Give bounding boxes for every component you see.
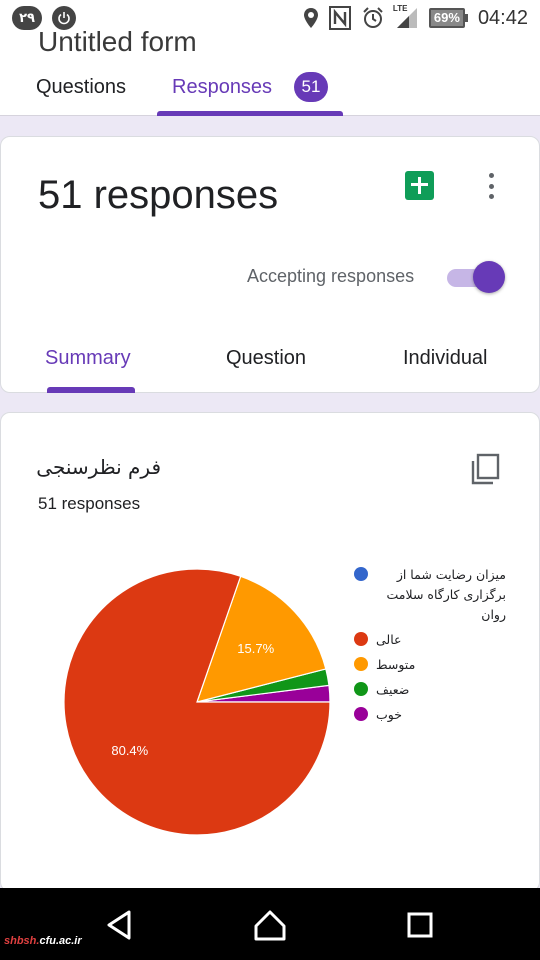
legend-swatch (354, 632, 368, 646)
tab-responses[interactable]: Responses (172, 76, 272, 99)
responses-count-badge: 51 (294, 72, 328, 102)
question-title: فرم نظرسنجی (36, 455, 161, 479)
location-icon (303, 7, 319, 29)
responses-summary-card: 51 responses Accepting responses Summary… (0, 136, 540, 393)
tab-questions[interactable]: Questions (36, 76, 126, 99)
accepting-responses-label: Accepting responses (247, 266, 415, 286)
legend-swatch (354, 682, 368, 696)
question-summary-card: 15.7% 80.4% فرم نظرسنجی 51 responses میزا… (0, 412, 540, 892)
back-icon[interactable] (103, 908, 137, 942)
legend-item[interactable]: متوسط (354, 655, 514, 675)
app-header: Untitled form Questions Responses 51 (0, 26, 540, 116)
sheets-icon[interactable] (405, 171, 434, 200)
navigation-bar: shbsh.cfu.ac.ir (0, 888, 540, 960)
alarm-icon (361, 6, 385, 30)
legend-label: خوب (376, 707, 402, 722)
tab-individual[interactable]: Individual (403, 347, 488, 370)
tab-question[interactable]: Question (226, 347, 306, 370)
legend-swatch (354, 657, 368, 671)
network-type-label: LTE (392, 4, 408, 13)
home-icon[interactable] (253, 908, 287, 942)
accepting-responses-toggle[interactable] (447, 261, 505, 293)
legend-item[interactable]: میزان رضایت شما از برگزاری کارگاه سلامت … (354, 565, 514, 625)
legend-label: میزان رضایت شما از برگزاری کارگاه سلامت … (386, 567, 506, 622)
battery-icon: 69% (428, 8, 468, 28)
legend-item[interactable]: عالی (354, 630, 514, 650)
legend-swatch (354, 567, 368, 581)
responses-total-title: 51 responses (38, 173, 279, 217)
recent-apps-icon[interactable] (403, 908, 437, 942)
slice-data-label: 80.4% (111, 743, 148, 758)
battery-level: 69% (428, 8, 465, 28)
copy-icon[interactable] (469, 453, 501, 485)
watermark: shbsh.cfu.ac.ir (4, 935, 82, 947)
legend-label: عالی (376, 632, 402, 647)
legend-item[interactable]: خوب (354, 705, 514, 725)
tab-summary[interactable]: Summary (45, 347, 131, 370)
question-response-count: 51 responses (38, 494, 141, 513)
nfc-icon (328, 6, 351, 30)
legend-item[interactable]: ضعیف (354, 680, 514, 700)
more-options-icon[interactable] (481, 171, 501, 201)
active-tab-indicator (157, 111, 343, 116)
clock: 04:42 (477, 6, 528, 29)
legend-label: متوسط (376, 657, 416, 672)
signal-icon: LTE (392, 4, 419, 30)
chart-legend: میزان رضایت شما از برگزاری کارگاه سلامت … (354, 565, 514, 730)
form-title[interactable]: Untitled form (38, 26, 197, 58)
legend-label: ضعیف (376, 682, 410, 697)
slice-data-label: 15.7% (237, 641, 274, 656)
legend-swatch (354, 707, 368, 721)
active-subtab-indicator (47, 387, 135, 393)
